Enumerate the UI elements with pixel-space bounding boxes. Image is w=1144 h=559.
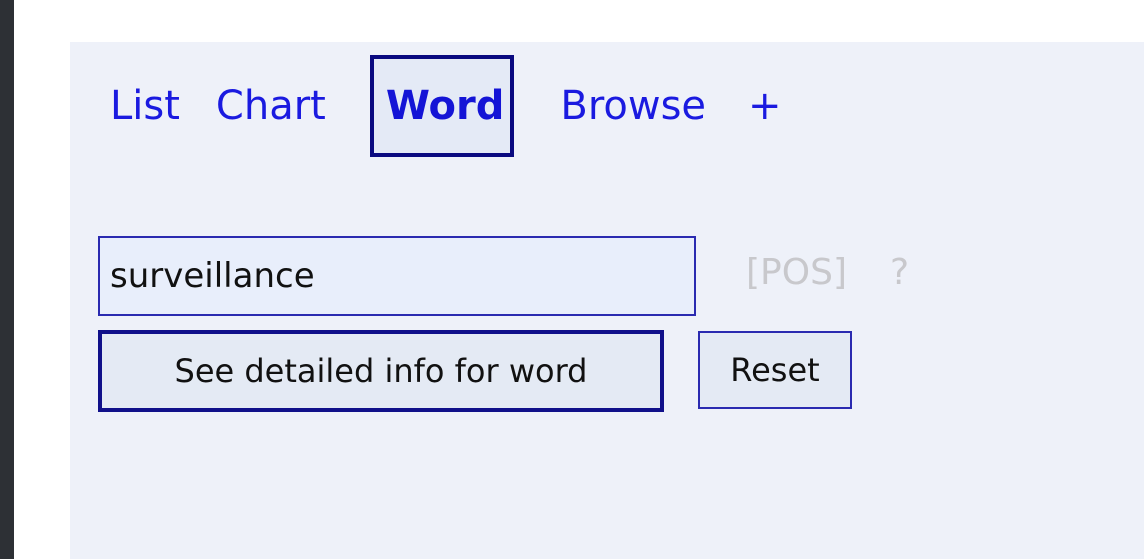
word-input[interactable] (98, 236, 696, 316)
tab-bar: List Chart Word Browse + (110, 55, 782, 157)
tab-add[interactable]: + (748, 86, 782, 126)
tab-list[interactable]: List (110, 86, 180, 126)
left-frame-strip (14, 0, 70, 559)
pos-label: [POS] (746, 252, 847, 293)
tab-browse[interactable]: Browse (560, 86, 706, 126)
top-frame-strip (14, 0, 1144, 42)
tab-chart[interactable]: Chart (216, 86, 326, 126)
pos-help-link[interactable]: ? (890, 252, 909, 293)
see-detailed-info-button[interactable]: See detailed info for word (98, 330, 664, 412)
see-detailed-info-label: See detailed info for word (174, 352, 588, 390)
tab-word[interactable]: Word (369, 55, 515, 157)
reset-label: Reset (730, 351, 820, 389)
reset-button[interactable]: Reset (698, 331, 852, 409)
